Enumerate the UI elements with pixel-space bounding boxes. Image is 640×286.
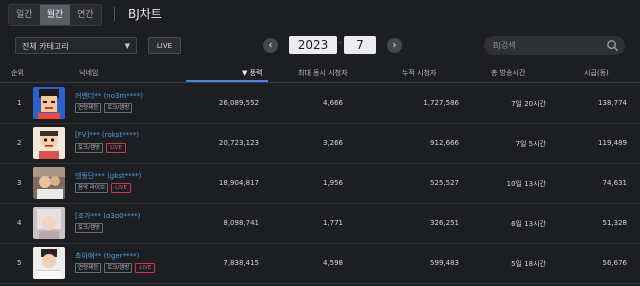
category-select[interactable]: 전체 카테고리 ▼ [15,37,137,54]
tag[interactable]: 토크/캠방 [75,143,104,153]
col-rank: 순위 [11,69,24,77]
tag[interactable]: 토크/캠방 [75,223,104,233]
max-viewers-value: 1,771 [322,219,343,227]
tab-daily[interactable]: 일간 [9,5,40,25]
fire-value: 7,838,415 [223,259,259,267]
max-viewers-value: 1,956 [322,179,343,187]
live-badge[interactable]: LIVE [111,183,131,193]
tag[interactable]: 토크/캠방 [104,103,133,113]
table-row[interactable]: 5 쵸아애** (tiger****) 연령제한 토크/캠방 LIVE 7,83… [0,243,640,284]
table-row[interactable]: 4 [조가*** (o3o0****) 토크/캠방 8,098,741 1,77… [0,203,640,244]
avatar[interactable] [33,207,65,239]
total-viewers-value: 599,483 [430,259,459,267]
top-bar: 일간 월간 연간 BJ차트 [0,0,640,30]
page-title: BJ차트 [128,7,162,21]
fire-value: 18,904,817 [218,179,259,187]
month-select[interactable]: 7 [344,36,376,54]
next-month-button[interactable]: › [387,38,402,53]
tag-list: 토크/캠방 LIVE [75,143,127,153]
avatar[interactable] [33,127,65,159]
live-badge[interactable]: LIVE [135,263,156,273]
table-row[interactable]: 3 댄동단*** (gkst****) 음악 라이브 LIVE 18,904,8… [0,163,640,204]
tag-list: 토크/캠방 [75,223,104,233]
tag[interactable]: 연령제한 [75,263,102,273]
broadcast-time-value: 10일 13시간 [506,180,546,188]
total-viewers-value: 1,727,586 [423,99,459,107]
total-viewers-value: 525,527 [430,179,459,187]
col-revenue[interactable]: 시급(동) [584,65,609,82]
bj-name[interactable]: 쵸아애** (tiger****) [75,251,139,261]
divider [114,7,115,21]
max-viewers-value: 4,666 [322,99,343,107]
dropdown-arrow-icon: ▼ [124,42,130,50]
bj-name[interactable]: 커맨더** (no3m****) [75,91,143,101]
rank: 4 [17,219,22,227]
search-input[interactable]: BJ검색 [484,36,625,55]
table-row[interactable]: 1 커맨더** (no3m****) 연령제한 토크/캠방 26,089,552… [0,83,640,124]
fire-value: 26,089,552 [218,99,259,107]
search-icon[interactable] [606,39,619,52]
tab-monthly[interactable]: 월간 [39,5,71,25]
col-max-viewers[interactable]: 최대 동시 시청자 [298,65,348,82]
col-broadcast-time[interactable]: 총 방송시간 [491,65,525,82]
fire-value: 20,723,123 [218,139,259,147]
bj-name[interactable]: [조가*** (o3o0****) [75,211,140,221]
period-tabs: 일간 월간 연간 [8,4,102,26]
bj-name[interactable]: 댄동단*** (gkst****) [75,171,141,181]
tag[interactable]: 연령제한 [75,103,102,113]
live-badge[interactable]: LIVE [106,143,127,153]
rank: 2 [17,139,22,147]
tag-list: 음악 라이브 LIVE [75,183,131,193]
broadcast-time-value: 7일 5시간 [515,140,546,148]
rank: 1 [17,99,22,107]
tag-list: 연령제한 토크/캠방 LIVE [75,263,156,273]
broadcast-time-value: 6일 13시간 [511,220,546,228]
revenue-value: 51,328 [602,219,628,227]
fire-value: 8,098,741 [223,219,259,227]
bj-name[interactable]: [FV]*** (rokst****) [75,131,139,139]
table-header: 순위 닉네임 ▼ 풍력 최대 동시 시청자 누적 시청자 총 방송시간 시급(동… [0,65,640,83]
avatar[interactable] [33,87,65,119]
avatar[interactable] [33,247,65,279]
table-row[interactable]: 2 [FV]*** (rokst****) 토크/캠방 LIVE 20,723,… [0,123,640,164]
col-total-viewers[interactable]: 누적 시청자 [402,65,436,82]
revenue-value: 56,676 [602,259,628,267]
rank: 3 [17,179,22,187]
tab-yearly[interactable]: 연간 [70,5,101,25]
broadcast-time-value: 5일 18시간 [511,260,546,268]
prev-month-button[interactable]: ‹ [263,38,278,53]
revenue-value: 74,631 [602,179,628,187]
tag[interactable]: 음악 라이브 [75,183,109,193]
year-select[interactable]: 2023 [289,36,337,54]
tag[interactable]: 토크/캠방 [104,263,133,273]
search-placeholder: BJ검색 [493,41,516,50]
max-viewers-value: 3,266 [322,139,343,147]
category-select-value: 전체 카테고리 [22,42,69,51]
rank: 5 [17,259,22,267]
avatar[interactable] [33,167,65,199]
live-filter-button[interactable]: LIVE [148,37,181,54]
date-separator: - [339,38,342,47]
total-viewers-value: 912,666 [430,139,459,147]
sort-indicator [186,80,268,82]
max-viewers-value: 4,598 [322,259,343,267]
total-viewers-value: 326,251 [430,219,459,227]
broadcast-time-value: 7일 20시간 [511,100,546,108]
col-nickname: 닉네임 [79,69,99,77]
tag-list: 연령제한 토크/캠방 [75,103,133,113]
revenue-value: 138,774 [598,99,627,107]
revenue-value: 119,489 [598,139,627,147]
